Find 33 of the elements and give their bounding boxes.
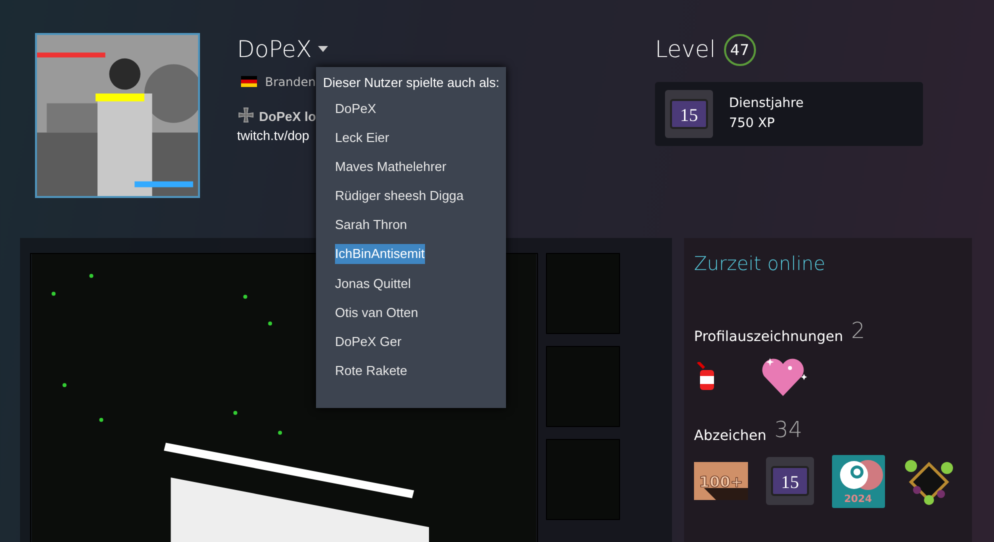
years-badge[interactable]: 15 <box>766 457 814 505</box>
profile-link[interactable]: twitch.tv/dop <box>237 128 310 144</box>
alias-item[interactable]: IchBinAntisemit <box>335 244 425 264</box>
level-number: 47 <box>724 34 756 66</box>
alias-item[interactable]: Rote Rakete <box>335 361 408 382</box>
badge-title: Dienstjahre <box>729 95 804 113</box>
alias-item[interactable]: Otis van Otten <box>335 302 418 323</box>
badges-label: Abzeichen <box>694 426 766 446</box>
alias-item[interactable]: Jonas Quittel <box>335 274 411 294</box>
menu-heading: Dieser Nutzer spielte auch als: <box>322 74 500 92</box>
thumbnail[interactable] <box>546 346 620 427</box>
caret-icon[interactable] <box>318 46 328 52</box>
badge-card[interactable]: 15 Dienstjahre 750 XP <box>655 82 923 146</box>
badge-xp: 750 XP <box>729 114 776 132</box>
awards-count: 2 <box>851 318 866 346</box>
level-label: Level <box>655 36 716 65</box>
location-text: Branden <box>265 74 316 91</box>
status-text: Zurzeit online <box>694 252 826 277</box>
alias-item[interactable]: Sarah Thron <box>335 215 408 236</box>
summary-text: DoPeX lo <box>259 108 316 126</box>
alias-item[interactable]: DoPeX Ger <box>335 332 402 352</box>
alias-item[interactable]: DoPeX <box>335 98 376 118</box>
alias-item[interactable]: Leck Eier <box>335 128 390 148</box>
thumbnail[interactable] <box>546 439 620 520</box>
years-badge[interactable]: 15 <box>665 90 713 138</box>
alias-item[interactable]: Rüdiger sheesh Digga <box>335 186 464 206</box>
alias-item[interactable]: Maves Mathelehrer <box>335 156 446 177</box>
profile-name: DoPeX <box>237 37 312 65</box>
badges-count: 34 <box>774 416 802 444</box>
thumbnail[interactable] <box>546 253 620 334</box>
flag-icon <box>241 76 257 88</box>
cross-icon <box>237 107 255 126</box>
awards-label: Profilauszeichnungen <box>694 328 844 346</box>
